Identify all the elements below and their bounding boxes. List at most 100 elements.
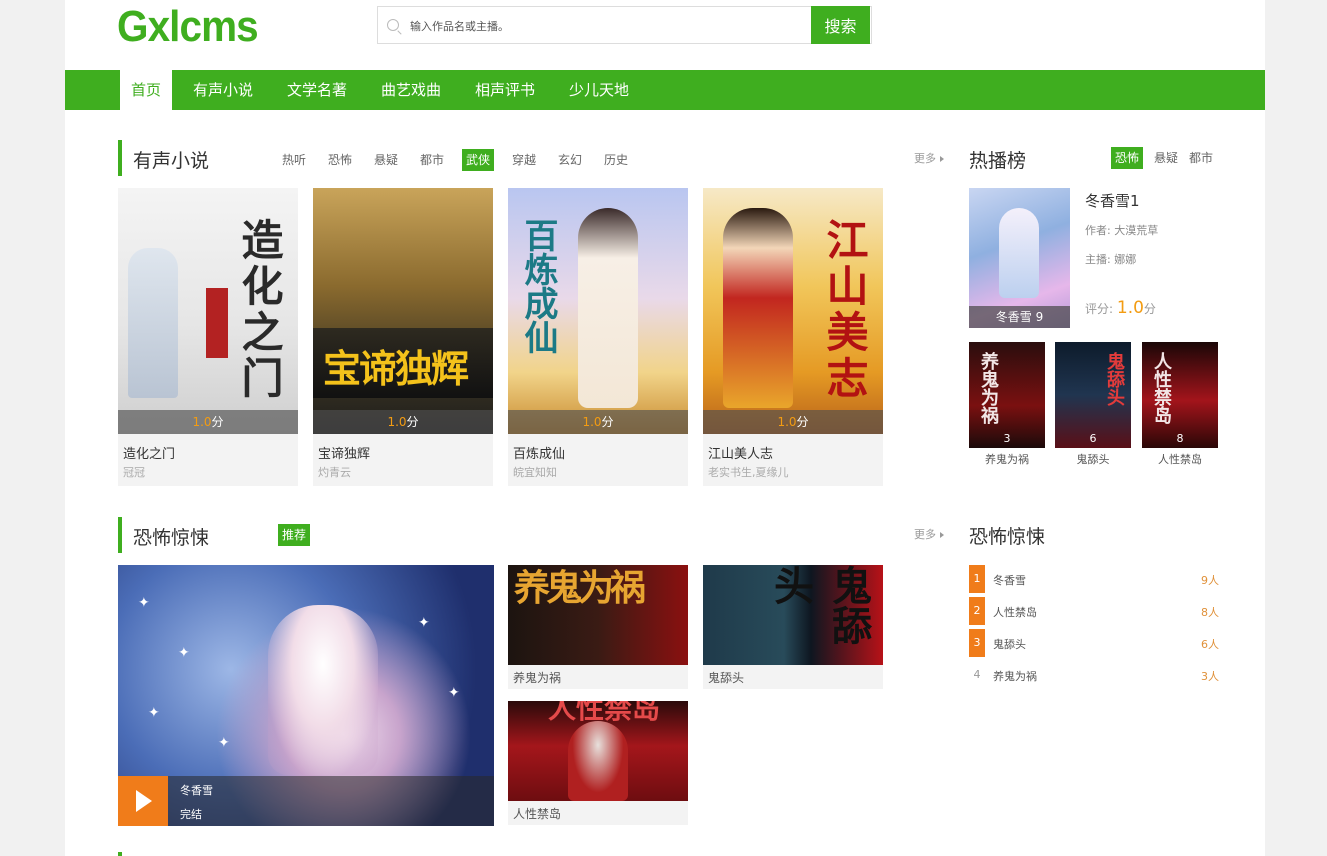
tag-wuxia[interactable]: 武侠: [462, 149, 495, 171]
book-author: 老实书生,夏缘儿: [708, 466, 789, 479]
play-icon[interactable]: [118, 776, 168, 826]
book-name: 宝谛独辉: [318, 447, 371, 462]
section-audio-novel-header: 有声小说 热听 恐怖 悬疑 都市 武侠 穿越 玄幻 历史: [118, 140, 958, 176]
book-cover: 造化之门 1.0分: [118, 188, 298, 434]
book-name: 百炼成仙: [513, 447, 566, 462]
tag-suspense[interactable]: 悬疑: [370, 149, 402, 171]
nav-literature[interactable]: 文学名著: [277, 70, 357, 110]
star-decoration: ✦: [138, 595, 150, 611]
book-name: 鬼舔头: [708, 671, 745, 685]
nav-opera[interactable]: 曲艺戏曲: [371, 70, 451, 110]
section-bar: [118, 140, 122, 176]
tag-fantasy[interactable]: 玄幻: [554, 149, 586, 171]
score-unit: 分: [796, 415, 809, 429]
tag-urban[interactable]: 都市: [416, 149, 448, 171]
book-name: 人性禁岛: [513, 807, 562, 821]
rank-row[interactable]: 4 养鬼为祸 3人: [969, 659, 1220, 691]
hot-cover-caption-text: 冬香雪: [995, 310, 1032, 324]
main-nav: 首页 有声小说 文学名著 曲艺戏曲 相声评书 少儿天地: [65, 70, 1265, 112]
hot-tag-suspense[interactable]: 悬疑: [1150, 147, 1182, 169]
hot-mini-name[interactable]: 鬼舔头: [1048, 451, 1138, 467]
search-input[interactable]: [408, 15, 812, 37]
site-logo[interactable]: Gxlcms: [117, 2, 259, 52]
book-card[interactable]: 宝谛独辉 1.0分 宝谛独辉 灼青云: [313, 188, 493, 486]
nav-crosstalk[interactable]: 相声评书: [465, 70, 545, 110]
search-button[interactable]: 搜索: [811, 6, 870, 44]
section-title: 有声小说: [133, 150, 210, 172]
rank-name: 人性禁岛: [993, 606, 1037, 619]
rank-name: 养鬼为祸: [993, 670, 1037, 683]
book-author: 灼青云: [318, 466, 351, 479]
hot-top-cover[interactable]: 冬香雪 9: [969, 188, 1070, 328]
score-number: 1.0: [192, 415, 212, 429]
hot-mini-name[interactable]: 人性禁岛: [1135, 451, 1225, 467]
mini-rank: 3: [1003, 432, 1011, 445]
star-decoration: ✦: [448, 685, 460, 701]
rank-count: 9人: [1201, 574, 1219, 587]
score-bar: 1.0分: [703, 410, 883, 434]
score-bar: 1.0分: [508, 410, 688, 434]
tag-horror[interactable]: 恐怖: [324, 149, 356, 171]
nav-home[interactable]: 首页: [120, 70, 172, 112]
more-label: 更多: [914, 152, 936, 165]
score-unit: 分: [601, 415, 614, 429]
mini-cover-title: 人性禁岛: [1151, 352, 1172, 424]
score-number: 1.0: [1116, 298, 1144, 318]
cover-title: 百炼成仙: [518, 218, 558, 354]
book-card[interactable]: 造化之门 1.0分 造化之门 冠冠: [118, 188, 298, 486]
nav-kids[interactable]: 少儿天地: [559, 70, 639, 110]
cover-title: 江山美志: [820, 218, 869, 402]
hot-top-name[interactable]: 冬香雪1: [1085, 190, 1140, 211]
hot-cover-caption: 冬香雪 9: [969, 306, 1070, 328]
cover-title: 人性禁岛: [548, 701, 661, 725]
tag-hot[interactable]: 热听: [278, 149, 310, 171]
cover-title: 鬼舔头: [767, 565, 872, 645]
hot-mini-cover[interactable]: 人性禁岛 8: [1142, 342, 1218, 448]
rank-row[interactable]: 2 人性禁岛 8人: [969, 595, 1219, 627]
mini-cover-title: 鬼舔头: [1104, 352, 1125, 406]
book-author: 皖宜知知: [513, 466, 557, 479]
book-cover: 百炼成仙 1.0分: [508, 188, 688, 434]
nav-audio-novel[interactable]: 有声小说: [183, 70, 263, 110]
more-link-audio-novel[interactable]: 更多: [914, 150, 944, 166]
book-author: 冠冠: [123, 466, 145, 479]
score-bar: 1.0分: [118, 410, 298, 434]
book-card[interactable]: 江山美志 1.0分 江山美人志 老实书生,夏缘儿: [703, 188, 883, 486]
hot-mini-name[interactable]: 养鬼为祸: [962, 451, 1052, 467]
rank-title: 恐怖惊悚: [969, 526, 1046, 548]
more-label: 更多: [914, 528, 936, 541]
hot-mini-cover[interactable]: 鬼舔头 6: [1055, 342, 1131, 448]
rank-name: 鬼舔头: [993, 638, 1026, 651]
book-card-small[interactable]: 人性禁岛 人性禁岛: [508, 701, 688, 825]
score-label: 评分:: [1085, 302, 1114, 316]
score-bar: 1.0分: [313, 410, 493, 434]
star-decoration: ✦: [418, 615, 430, 631]
book-name: 造化之门: [123, 447, 176, 462]
recommend-badge[interactable]: 推荐: [278, 524, 311, 546]
rank-count: 3人: [1201, 670, 1219, 683]
book-card-small[interactable]: 养鬼为祸 养鬼为祸: [508, 565, 688, 689]
more-link-horror[interactable]: 更多: [914, 526, 944, 542]
rank-row[interactable]: 1 冬香雪 9人: [969, 563, 1219, 595]
hot-tag-horror[interactable]: 恐怖: [1111, 147, 1144, 169]
book-card[interactable]: 百炼成仙 1.0分 百炼成仙 皖宜知知: [508, 188, 688, 486]
tag-history[interactable]: 历史: [600, 149, 632, 171]
hot-top-score: 评分: 1.0分: [1085, 298, 1156, 318]
book-cover: 江山美志 1.0分: [703, 188, 883, 434]
mini-rank: 8: [1176, 432, 1184, 445]
hot-mini-cover[interactable]: 养鬼为祸 3: [969, 342, 1045, 448]
score-number: 1.0: [387, 415, 407, 429]
hot-title: 热播榜: [969, 150, 1027, 172]
featured-info-bar: 冬香雪 完结: [118, 776, 494, 826]
cover-title: 养鬼为祸: [514, 567, 646, 609]
score-unit: 分: [406, 415, 419, 429]
hot-tag-urban[interactable]: 都市: [1185, 147, 1217, 169]
rank-count: 8人: [1201, 606, 1219, 619]
tag-time-travel[interactable]: 穿越: [508, 149, 540, 171]
rank-row[interactable]: 3 鬼舔头 6人: [969, 627, 1219, 659]
hot-top-anchor: 主播: 娜娜: [1085, 253, 1137, 266]
section-horror-header: 恐怖惊悚 推荐: [118, 517, 518, 553]
star-decoration: ✦: [218, 735, 230, 751]
featured-book[interactable]: ✦ ✦ ✦ ✦ ✦ ✦ 冬香雪 完结: [118, 565, 494, 826]
book-card-small[interactable]: 鬼舔头 鬼舔头: [703, 565, 883, 689]
